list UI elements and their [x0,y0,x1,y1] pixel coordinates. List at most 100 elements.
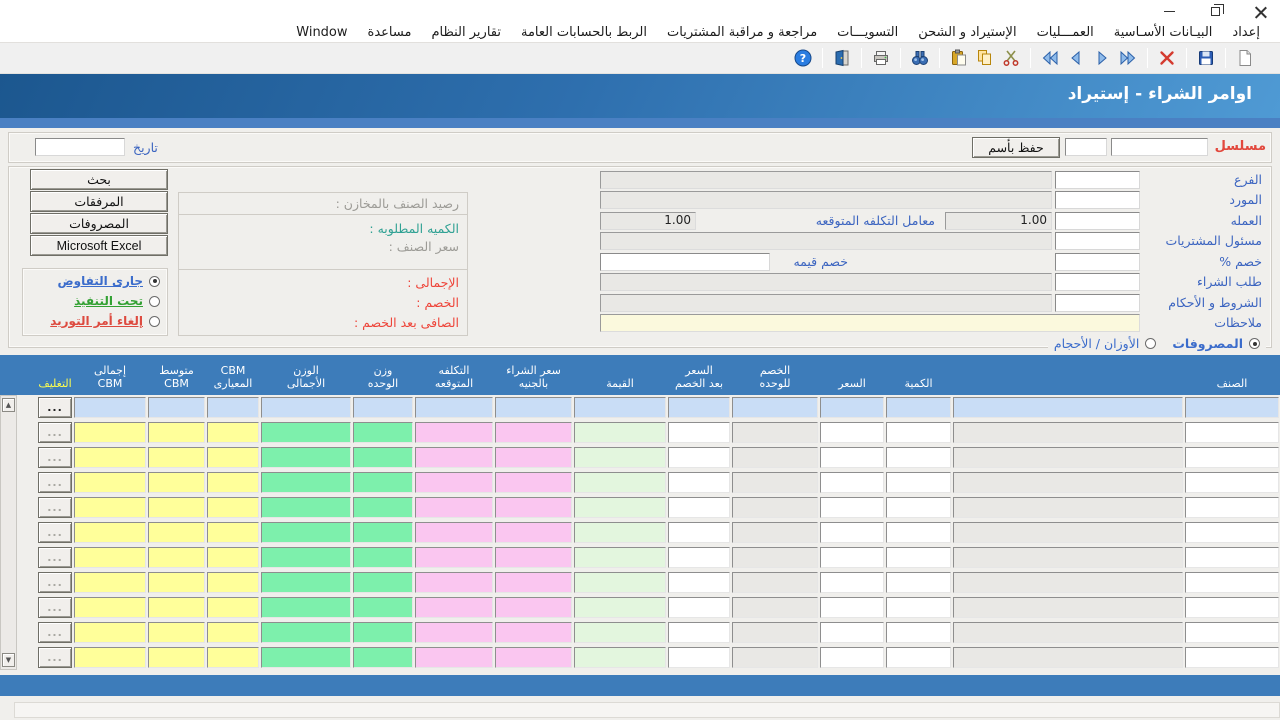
cell-price-after-discount[interactable] [668,397,730,418]
cell-total-weight[interactable] [261,572,351,593]
grid-header-average-cbm[interactable]: متوسطCBM [148,355,205,395]
status-negotiating-label[interactable]: جارى التفاوض [58,274,144,288]
cell-price[interactable] [820,497,884,518]
cell-item[interactable] [1185,397,1279,418]
cell-unit-discount[interactable] [732,472,818,493]
cell-quantity[interactable] [886,422,951,443]
cell-purchase-price-egp[interactable] [495,622,572,643]
cell-total-weight[interactable] [261,622,351,643]
cell-total-cbm[interactable] [74,472,146,493]
menu-import-shipping[interactable]: الإستيراد و الشحن [908,25,1026,40]
cell-value[interactable] [574,497,666,518]
packaging-ellipsis-button[interactable]: ... [38,572,72,593]
cell-average-cbm[interactable] [148,547,205,568]
packaging-ellipsis-button[interactable]: ... [38,472,72,493]
cell-quantity[interactable] [886,447,951,468]
packaging-ellipsis-button[interactable]: ... [38,547,72,568]
cell-item[interactable] [1185,572,1279,593]
cell-item-name[interactable] [953,547,1183,568]
cell-total-cbm[interactable] [74,597,146,618]
radio-expenses-icon[interactable] [1249,338,1260,349]
first-record-button[interactable] [1037,46,1063,70]
cell-price-after-discount[interactable] [668,447,730,468]
tab-weights-volumes[interactable]: الأوزان / الأحجام [1054,336,1156,351]
cell-price[interactable] [820,522,884,543]
save-as-button[interactable]: حفظ بأسم [972,137,1060,158]
copy-button[interactable] [972,46,998,70]
cell-price-after-discount[interactable] [668,647,730,668]
serial-index-input[interactable] [1065,138,1107,156]
cell-price[interactable] [820,622,884,643]
grid-header-item[interactable]: الصنف [1185,355,1279,395]
cell-total-weight[interactable] [261,547,351,568]
cell-value[interactable] [574,422,666,443]
cell-standard-cbm[interactable] [207,422,259,443]
cell-purchase-price-egp[interactable] [495,472,572,493]
cell-total-cbm[interactable] [74,622,146,643]
status-option-in-progress[interactable]: تحت التنفيذ [26,294,160,308]
packaging-ellipsis-button[interactable]: ... [38,422,72,443]
cell-standard-cbm[interactable] [207,597,259,618]
cell-unit-weight[interactable] [353,497,413,518]
menu-purchase-review[interactable]: مراجعة و مراقبة المشتريات [657,25,827,40]
supplier-input[interactable] [1055,191,1140,209]
exit-button[interactable] [829,46,855,70]
cell-value[interactable] [574,622,666,643]
tab-expenses[interactable]: المصروفات [1172,336,1260,351]
grid-header-item-name[interactable] [953,355,1183,395]
cell-total-weight[interactable] [261,497,351,518]
cell-unit-weight[interactable] [353,447,413,468]
packaging-ellipsis-button[interactable]: ... [38,522,72,543]
cell-unit-weight[interactable] [353,622,413,643]
cell-total-weight[interactable] [261,397,351,418]
cell-purchase-price-egp[interactable] [495,547,572,568]
cell-price[interactable] [820,647,884,668]
cell-quantity[interactable] [886,547,951,568]
cell-purchase-price-egp[interactable] [495,422,572,443]
cell-value[interactable] [574,522,666,543]
cell-unit-discount[interactable] [732,647,818,668]
cell-item-name[interactable] [953,497,1183,518]
cell-purchase-price-egp[interactable] [495,522,572,543]
cell-price[interactable] [820,547,884,568]
cell-total-cbm[interactable] [74,447,146,468]
packaging-ellipsis-button[interactable]: ... [38,447,72,468]
help-button[interactable]: ? [790,46,816,70]
menu-system-reports[interactable]: تقارير النظام [421,25,511,40]
grid-header-total-weight[interactable]: الوزنالأجمالى [261,355,351,395]
print-button[interactable] [868,46,894,70]
grid-header-purchase-price-egp[interactable]: سعر الشراءبالجنيه [495,355,572,395]
cell-item[interactable] [1185,472,1279,493]
cell-item[interactable] [1185,647,1279,668]
cell-unit-discount[interactable] [732,422,818,443]
terms-input[interactable] [1055,294,1140,312]
cell-unit-discount[interactable] [732,622,818,643]
cell-quantity[interactable] [886,647,951,668]
cell-purchase-price-egp[interactable] [495,497,572,518]
notes-field[interactable] [600,314,1140,332]
paste-button[interactable] [946,46,972,70]
cell-standard-cbm[interactable] [207,472,259,493]
cell-expected-cost[interactable] [415,547,493,568]
cell-price-after-discount[interactable] [668,622,730,643]
last-record-button[interactable] [1115,46,1141,70]
status-option-negotiating[interactable]: جارى التفاوض [26,274,160,288]
purchasing-officer-input[interactable] [1055,232,1140,250]
cell-unit-discount[interactable] [732,497,818,518]
grid-header-price-after-discount[interactable]: السعربعد الخصم [668,355,730,395]
cell-quantity[interactable] [886,572,951,593]
next-record-button[interactable] [1089,46,1115,70]
menu-basic-data[interactable]: البيـانات الأسـاسية [1104,25,1223,40]
grid-header-quantity[interactable]: الكمية [886,355,951,395]
cell-standard-cbm[interactable] [207,497,259,518]
cell-quantity[interactable] [886,522,951,543]
cell-average-cbm[interactable] [148,422,205,443]
cell-item-name[interactable] [953,597,1183,618]
cell-total-cbm[interactable] [74,547,146,568]
packaging-ellipsis-button[interactable]: ... [38,622,72,643]
cell-standard-cbm[interactable] [207,647,259,668]
cell-value[interactable] [574,547,666,568]
menu-window[interactable]: Window [286,25,357,40]
cell-price-after-discount[interactable] [668,497,730,518]
cell-item[interactable] [1185,447,1279,468]
